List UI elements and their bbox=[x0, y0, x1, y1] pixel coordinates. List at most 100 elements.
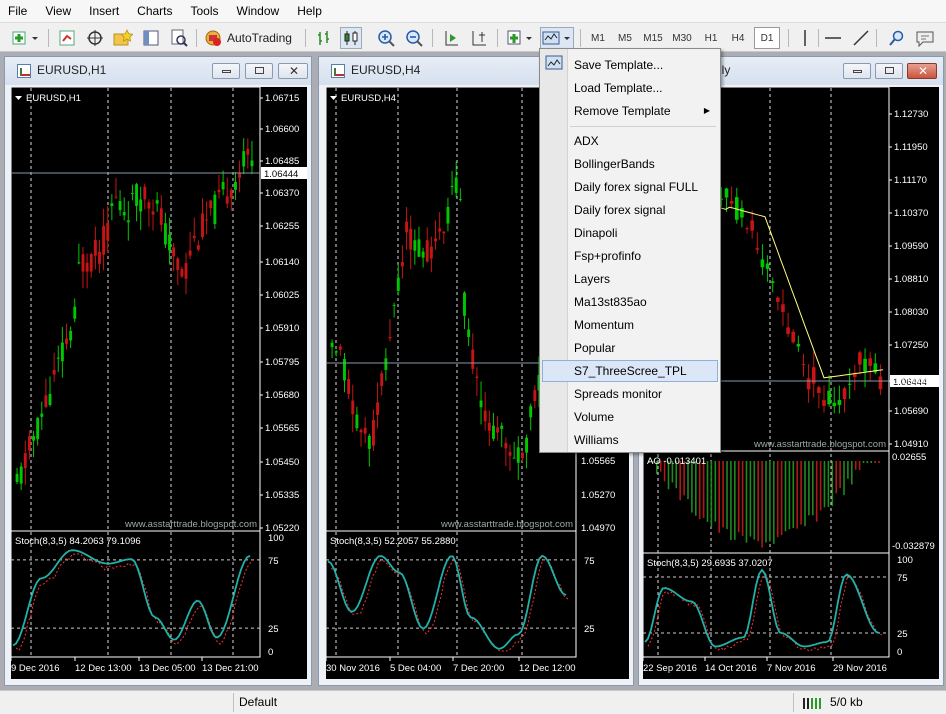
price-axis-label: 1.12730 bbox=[894, 109, 928, 120]
candle bbox=[425, 240, 429, 262]
candle bbox=[56, 357, 60, 359]
bar-chart-button[interactable] bbox=[313, 27, 335, 49]
stoch-level-label: 25 bbox=[268, 624, 279, 635]
favorites-button[interactable] bbox=[112, 27, 134, 49]
candle bbox=[52, 369, 56, 375]
zoom-in-button[interactable] bbox=[375, 27, 397, 49]
time-axis-label: 22 Sep 2016 bbox=[643, 663, 697, 674]
menu-help[interactable]: Help bbox=[288, 0, 331, 22]
navigator-button[interactable] bbox=[140, 27, 162, 49]
template-item[interactable]: Layers bbox=[542, 268, 718, 290]
template-item[interactable]: S7_ThreeScree_TPL bbox=[542, 360, 718, 382]
candle bbox=[487, 422, 491, 431]
template-item[interactable]: Popular bbox=[542, 337, 718, 359]
minimize-button[interactable] bbox=[843, 63, 871, 79]
candle bbox=[139, 199, 143, 212]
toolbar: AutoTrading M1 M5 M15 M30 H1 H4 D1 bbox=[0, 22, 946, 52]
timeframe-d1[interactable]: D1 bbox=[754, 27, 780, 49]
template-item[interactable]: Momentum bbox=[542, 314, 718, 336]
timeframe-h4[interactable]: H4 bbox=[725, 27, 751, 49]
strategy-tester-button[interactable] bbox=[168, 27, 190, 49]
candle bbox=[475, 376, 479, 378]
candle bbox=[388, 336, 392, 339]
price-axis-label: 1.06025 bbox=[265, 290, 299, 301]
load-template-item[interactable]: Load Template... bbox=[542, 77, 718, 99]
ao-level-label: -0.032879 bbox=[892, 541, 935, 552]
candle bbox=[429, 246, 433, 259]
chart-shift-button[interactable] bbox=[468, 27, 490, 49]
time-axis-label: 7 Dec 20:00 bbox=[453, 663, 504, 674]
candle bbox=[151, 211, 155, 215]
price-axis-label: 1.05690 bbox=[894, 406, 928, 417]
menu-window[interactable]: Window bbox=[228, 0, 289, 22]
remove-template-item[interactable]: Remove Template ▶ bbox=[542, 100, 718, 122]
template-item[interactable]: BollingerBands bbox=[542, 153, 718, 175]
menu-tools[interactable]: Tools bbox=[182, 0, 228, 22]
candle bbox=[213, 194, 217, 224]
time-axis-label: 29 Nov 2016 bbox=[833, 663, 887, 674]
candlestick-button[interactable] bbox=[340, 27, 362, 49]
template-item[interactable]: Spreads monitor bbox=[542, 383, 718, 405]
candle bbox=[221, 181, 225, 190]
template-item[interactable]: Williams bbox=[542, 429, 718, 451]
menu-charts[interactable]: Charts bbox=[128, 0, 181, 22]
price-axis-label: 1.04970 bbox=[581, 523, 615, 534]
window-title: EURUSD,H1 bbox=[37, 63, 107, 77]
template-item[interactable]: Daily forex signal FULL bbox=[542, 176, 718, 198]
candle bbox=[85, 262, 89, 272]
candle bbox=[801, 364, 806, 366]
autoscroll-button[interactable] bbox=[440, 27, 462, 49]
vertical-line-button[interactable] bbox=[794, 27, 816, 49]
trendline-button[interactable] bbox=[850, 27, 872, 49]
market-watch-button[interactable] bbox=[56, 27, 78, 49]
chart-canvas[interactable]: 1.06444 1.06715 1.06600 1.06485 1.06370 1.062… bbox=[11, 87, 307, 679]
indicators-button[interactable] bbox=[505, 27, 533, 49]
new-chart-button[interactable] bbox=[10, 27, 40, 49]
chat-button[interactable] bbox=[914, 27, 936, 49]
zoom-out-button[interactable] bbox=[403, 27, 425, 49]
candle bbox=[438, 228, 442, 232]
save-template-item[interactable]: Save Template... bbox=[542, 54, 718, 76]
template-item[interactable]: Fsp+profinfo bbox=[542, 245, 718, 267]
menu-view[interactable]: View bbox=[36, 0, 80, 22]
bar-chart-icon bbox=[318, 31, 329, 45]
window-titlebar[interactable]: EURUSD,H1 ✕ bbox=[5, 57, 311, 85]
crosshair-button[interactable] bbox=[84, 27, 106, 49]
template-item[interactable]: Ma13st835ao bbox=[542, 291, 718, 313]
candle bbox=[863, 358, 867, 372]
price-axis-label: 1.06255 bbox=[265, 221, 299, 232]
close-button[interactable]: ✕ bbox=[278, 63, 308, 79]
timeframe-m30[interactable]: M30 bbox=[669, 27, 695, 49]
timeframe-m5[interactable]: M5 bbox=[612, 27, 638, 49]
menu-insert[interactable]: Insert bbox=[80, 0, 128, 22]
timeframe-h1[interactable]: H1 bbox=[698, 27, 724, 49]
timeframe-m1[interactable]: M1 bbox=[585, 27, 611, 49]
candle bbox=[878, 376, 883, 390]
minimize-button[interactable] bbox=[212, 63, 240, 79]
maximize-button[interactable] bbox=[875, 63, 903, 79]
close-button[interactable]: ✕ bbox=[907, 63, 937, 79]
menu-item-label: S7_ThreeScree_TPL bbox=[574, 364, 687, 378]
candle bbox=[188, 250, 192, 256]
maximize-button[interactable] bbox=[245, 63, 273, 79]
price-axis-label: 1.05270 bbox=[581, 490, 615, 501]
ao-level-label: 0.02655 bbox=[892, 452, 926, 463]
autotrading-button[interactable]: AutoTrading bbox=[201, 27, 298, 49]
menu-file[interactable]: File bbox=[0, 0, 36, 22]
candle bbox=[750, 220, 754, 231]
candle bbox=[163, 223, 167, 245]
template-item[interactable]: ADX bbox=[542, 130, 718, 152]
candle bbox=[384, 358, 388, 370]
candle bbox=[724, 188, 729, 198]
template-item[interactable]: Volume bbox=[542, 406, 718, 428]
menu-item-label: Dinapoli bbox=[574, 226, 618, 240]
submenu-arrow-icon: ▶ bbox=[703, 106, 710, 115]
timeframe-m15[interactable]: M15 bbox=[640, 27, 666, 49]
templates-button[interactable] bbox=[540, 27, 574, 49]
horizontal-line-button[interactable] bbox=[822, 27, 844, 49]
template-item[interactable]: Daily forex signal bbox=[542, 199, 718, 221]
search-button[interactable] bbox=[886, 27, 908, 49]
template-item[interactable]: Dinapoli bbox=[542, 222, 718, 244]
market-watch-icon bbox=[59, 30, 75, 46]
price-axis-label: 1.05450 bbox=[265, 457, 299, 468]
